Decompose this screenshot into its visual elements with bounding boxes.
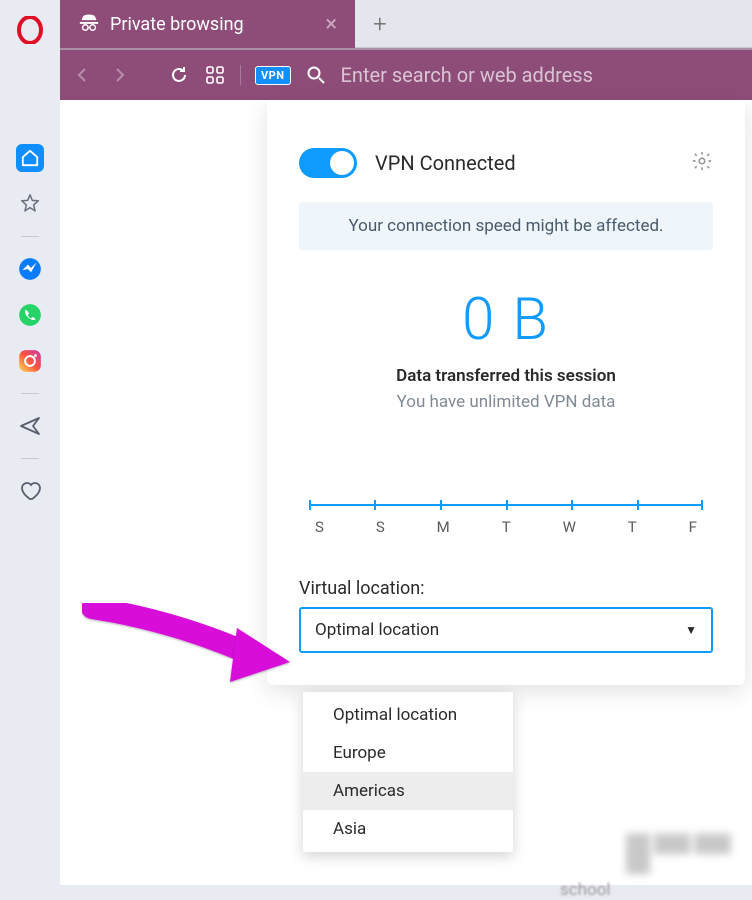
rail-divider [21, 393, 39, 394]
usage-chart: S S M T W T F [299, 504, 713, 536]
tab-private-browsing[interactable]: Private browsing × [60, 0, 355, 48]
chart-day: M [437, 518, 450, 536]
incognito-icon [78, 11, 100, 37]
address-bar: VPN [60, 50, 752, 100]
messenger-icon[interactable] [16, 255, 44, 283]
dropdown-item-europe[interactable]: Europe [303, 734, 513, 772]
chart-day: S [376, 518, 385, 536]
rail-divider [21, 236, 39, 237]
data-transferred-sub: You have unlimited VPN data [299, 392, 713, 412]
reload-button[interactable] [168, 64, 190, 86]
dropdown-item-americas[interactable]: Americas [303, 772, 513, 810]
data-transferred-value: 0 B [299, 286, 713, 354]
virtual-location-label: Virtual location: [299, 578, 713, 599]
chart-day: S [315, 518, 324, 536]
dropdown-item-optimal[interactable]: Optimal location [303, 696, 513, 734]
virtual-location-select[interactable]: Optimal location ▼ [299, 607, 713, 653]
vpn-badge[interactable]: VPN [255, 66, 291, 85]
vpn-status-label: VPN Connected [375, 151, 516, 175]
blurred-text: school [560, 880, 611, 900]
heart-icon[interactable] [16, 477, 44, 505]
vpn-notice: Your connection speed might be affected. [299, 202, 713, 250]
chevron-down-icon: ▼ [685, 623, 697, 637]
speed-dial-icon[interactable] [204, 64, 226, 86]
opera-logo-icon [16, 16, 44, 48]
instagram-icon[interactable] [16, 347, 44, 375]
virtual-location-dropdown: Optimal location Europe Americas Asia [303, 692, 513, 852]
chart-day: W [563, 518, 576, 536]
chart-day: T [628, 518, 637, 536]
tab-strip: Private browsing × + [60, 0, 752, 50]
dropdown-item-asia[interactable]: Asia [303, 810, 513, 848]
gear-icon[interactable] [691, 150, 713, 176]
bookmark-star-icon[interactable] [16, 190, 44, 218]
whatsapp-icon[interactable] [16, 301, 44, 329]
chart-day: T [502, 518, 511, 536]
vpn-panel: VPN Connected Your connection speed migh… [267, 100, 745, 685]
vpn-toggle[interactable] [299, 148, 357, 178]
data-transferred-label: Data transferred this session [299, 366, 713, 386]
chart-day: F [689, 518, 697, 536]
left-rail [0, 0, 60, 885]
forward-button[interactable] [108, 64, 130, 86]
virtual-location-selected: Optimal location [315, 620, 439, 640]
home-icon[interactable] [16, 144, 44, 172]
tab-title: Private browsing [110, 14, 244, 35]
new-tab-button[interactable]: + [355, 0, 752, 48]
rail-divider [21, 458, 39, 459]
send-icon[interactable] [16, 412, 44, 440]
url-input[interactable] [341, 63, 740, 87]
close-icon[interactable]: × [325, 12, 337, 37]
search-icon[interactable] [305, 64, 327, 86]
blurred-text: ██ ███ ███ ██ [626, 834, 752, 874]
nav-separator [240, 65, 241, 85]
back-button[interactable] [72, 64, 94, 86]
